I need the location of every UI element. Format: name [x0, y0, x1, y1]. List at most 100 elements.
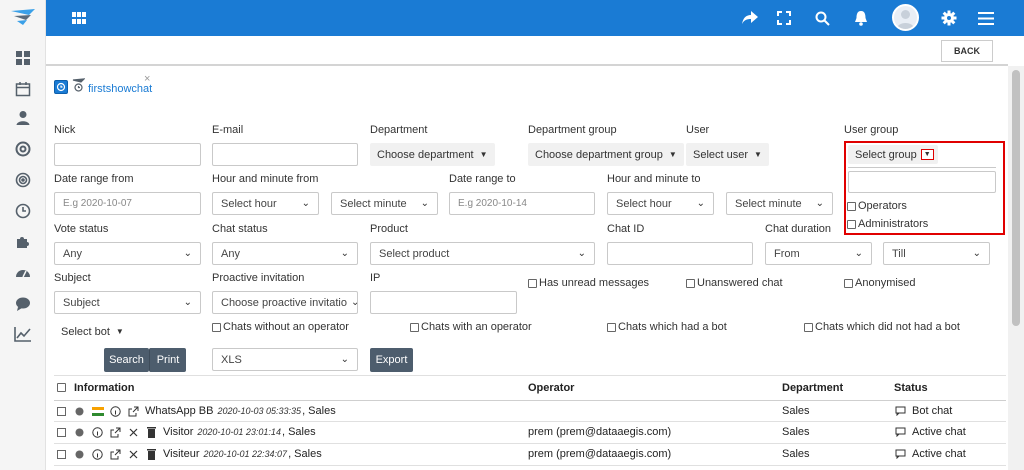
checkbox-label: Anonymised — [855, 277, 916, 289]
had-bot-checkbox[interactable]: Chats which had a bot — [607, 321, 727, 333]
email-label: E-mail — [212, 124, 244, 136]
lifebuoy-icon[interactable] — [13, 139, 33, 159]
row-name[interactable]: Visitor — [163, 426, 193, 438]
clock-icon[interactable] — [13, 201, 33, 221]
no-bot-checkbox[interactable]: Chats which did not had a bot — [804, 321, 960, 333]
chat-status-select[interactable]: Any ⌄ — [212, 242, 358, 265]
chevron-down-icon: ⌄ — [183, 248, 192, 259]
minute-to-select[interactable]: Select minute ⌄ — [726, 192, 833, 215]
column-header-information: Information — [74, 382, 135, 394]
checkbox[interactable] — [410, 322, 419, 332]
checkbox[interactable] — [847, 219, 856, 229]
close-icon[interactable] — [127, 448, 140, 461]
checkbox[interactable] — [847, 201, 856, 211]
gear-icon[interactable] — [939, 8, 959, 28]
apps-grid-icon[interactable] — [69, 8, 89, 28]
proactive-select[interactable]: Choose proactive invitatio ⌄ — [212, 291, 358, 314]
row-name[interactable]: WhatsApp BB — [145, 405, 213, 417]
chat-tab-status-icon[interactable] — [54, 80, 68, 94]
bell-icon[interactable] — [851, 8, 871, 28]
user-group-search-input[interactable] — [848, 171, 996, 193]
puzzle-icon[interactable] — [13, 231, 33, 251]
chat-tab-close-icon[interactable]: × — [144, 73, 150, 85]
scrollbar-thumb[interactable] — [1012, 70, 1020, 326]
user-dropdown[interactable]: Select user ▼ — [686, 143, 769, 166]
without-operator-checkbox[interactable]: Chats without an operator — [212, 321, 349, 333]
open-external-icon[interactable] — [109, 426, 122, 439]
date-to-input[interactable]: E.g 2020-10-14 — [449, 192, 595, 215]
speedometer-icon[interactable] — [13, 263, 33, 283]
with-operator-checkbox[interactable]: Chats with an operator — [410, 321, 532, 333]
search-button[interactable]: Search — [104, 348, 149, 372]
checkbox[interactable] — [57, 383, 66, 392]
menu-icon[interactable] — [976, 8, 996, 28]
trash-icon[interactable] — [145, 448, 158, 461]
unread-messages-checkbox[interactable]: Has unread messages — [528, 277, 649, 289]
checkbox[interactable] — [607, 322, 616, 332]
email-input[interactable] — [212, 143, 358, 166]
vote-status-select[interactable]: Any ⌄ — [54, 242, 201, 265]
checkbox[interactable] — [844, 278, 853, 288]
calendar-icon[interactable] — [13, 79, 33, 99]
status-dot-icon — [73, 448, 86, 461]
hour-from-select[interactable]: Select hour ⌄ — [212, 192, 319, 215]
checkbox[interactable] — [212, 322, 221, 332]
hour-to-select[interactable]: Select hour ⌄ — [607, 192, 714, 215]
info-icon[interactable] — [91, 426, 104, 439]
row-department-suffix: , Sales — [281, 426, 316, 438]
user-group-option-administrators[interactable]: Administrators — [847, 218, 928, 230]
select-all-checkbox[interactable] — [57, 383, 68, 392]
table-row[interactable]: Visitor 2020-10-01 23:01:14, Sales — [57, 425, 316, 439]
product-select[interactable]: Select product ⌄ — [370, 242, 595, 265]
user-icon[interactable] — [13, 108, 33, 128]
department-dropdown[interactable]: Choose department ▼ — [370, 143, 495, 166]
info-icon[interactable] — [109, 405, 122, 418]
anonymised-checkbox[interactable]: Anonymised — [844, 277, 916, 289]
row-checkbox[interactable] — [57, 449, 66, 459]
chart-line-icon[interactable] — [13, 324, 33, 344]
fullscreen-icon[interactable] — [774, 8, 794, 28]
date-from-input[interactable]: E.g 2020-10-07 — [54, 192, 201, 215]
chat-duration-from-select[interactable]: From ⌄ — [765, 242, 872, 265]
row-checkbox[interactable] — [57, 427, 66, 437]
open-external-icon[interactable] — [127, 405, 140, 418]
chat-icon[interactable] — [13, 294, 33, 314]
export-button[interactable]: Export — [370, 348, 413, 372]
avatar[interactable] — [892, 4, 919, 31]
table-row[interactable]: Visiteur 2020-10-01 22:34:07, Sales — [57, 447, 322, 461]
close-icon[interactable] — [127, 426, 140, 439]
department-group-dropdown[interactable]: Choose department group ▼ — [528, 143, 684, 166]
trash-icon[interactable] — [145, 426, 158, 439]
user-group-option-operators[interactable]: Operators — [847, 200, 907, 212]
row-checkbox[interactable] — [57, 406, 66, 416]
target-icon[interactable] — [13, 170, 33, 190]
chat-id-input[interactable] — [607, 242, 753, 265]
share-icon[interactable] — [740, 8, 760, 28]
ip-input[interactable] — [370, 291, 517, 314]
caret-down-icon: ▼ — [668, 150, 677, 159]
select-bot-dropdown[interactable]: Select bot ▼ — [54, 320, 131, 343]
search-icon[interactable] — [812, 8, 832, 28]
export-format-select[interactable]: XLS ⌄ — [212, 348, 358, 371]
dashboard-icon[interactable] — [13, 48, 33, 68]
nick-input[interactable] — [54, 143, 201, 166]
chat-bubble-icon — [894, 448, 907, 461]
minute-from-select[interactable]: Select minute ⌄ — [331, 192, 438, 215]
user-group-dropdown[interactable]: Select group ▼ — [848, 145, 938, 164]
unanswered-chat-checkbox[interactable]: Unanswered chat — [686, 277, 783, 289]
checkbox[interactable] — [804, 322, 813, 332]
open-external-icon[interactable] — [109, 448, 122, 461]
chat-duration-till-select[interactable]: Till ⌄ — [883, 242, 990, 265]
caret-down-icon[interactable]: ▼ — [920, 149, 934, 160]
checkbox[interactable] — [528, 278, 537, 288]
chat-tab-title[interactable]: firstshowchat — [88, 83, 152, 95]
print-button[interactable]: Print — [149, 348, 186, 372]
back-button[interactable]: BACK — [941, 40, 993, 62]
row-name[interactable]: Visiteur — [163, 448, 199, 460]
app-logo[interactable] — [9, 7, 37, 27]
info-icon[interactable] — [91, 448, 104, 461]
subject-select[interactable]: Subject ⌄ — [54, 291, 201, 314]
table-row[interactable]: WhatsApp BB 2020-10-03 05:33:35, Sales — [57, 404, 336, 418]
checkbox[interactable] — [686, 278, 695, 288]
nick-label: Nick — [54, 124, 76, 136]
